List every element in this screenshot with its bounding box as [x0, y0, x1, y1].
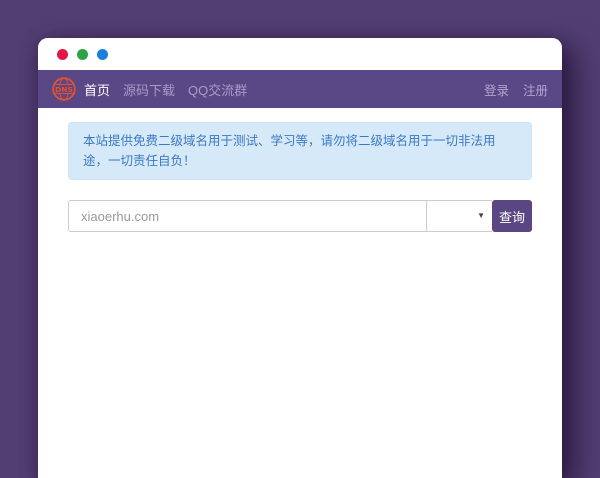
- window-close-button[interactable]: [57, 48, 68, 60]
- domain-suffix-select[interactable]: ▼: [426, 200, 492, 232]
- nav-item-qq-group[interactable]: QQ交流群: [188, 80, 247, 99]
- register-link[interactable]: 注册: [523, 80, 548, 99]
- nav-item-download[interactable]: 源码下载: [123, 80, 175, 99]
- navbar: DNS 首页 源码下载 QQ交流群 登录 注册: [38, 70, 562, 108]
- window-minimize-button[interactable]: [77, 48, 88, 60]
- login-link[interactable]: 登录: [484, 80, 509, 99]
- query-button[interactable]: 查询: [492, 200, 532, 232]
- logo-text: DNS: [55, 85, 73, 94]
- browser-window: DNS 首页 源码下载 QQ交流群 登录 注册 本站提供免费二级域名用于测试、学…: [38, 38, 562, 478]
- info-alert: 本站提供免费二级域名用于测试、学习等，请勿将二级域名用于一切非法用途，一切责任自…: [68, 122, 532, 180]
- info-alert-text: 本站提供免费二级域名用于测试、学习等，请勿将二级域名用于一切非法用途，一切责任自…: [83, 134, 496, 168]
- domain-input[interactable]: [68, 200, 426, 232]
- window-titlebar: [38, 38, 562, 70]
- page-content: 本站提供免费二级域名用于测试、学习等，请勿将二级域名用于一切非法用途，一切责任自…: [38, 122, 562, 232]
- chevron-down-icon: ▼: [477, 211, 485, 220]
- dns-globe-logo-icon[interactable]: DNS: [52, 77, 76, 101]
- nav-item-home[interactable]: 首页: [84, 80, 110, 99]
- window-maximize-button[interactable]: [97, 48, 108, 60]
- domain-search-group: ▼ 查询: [68, 200, 532, 232]
